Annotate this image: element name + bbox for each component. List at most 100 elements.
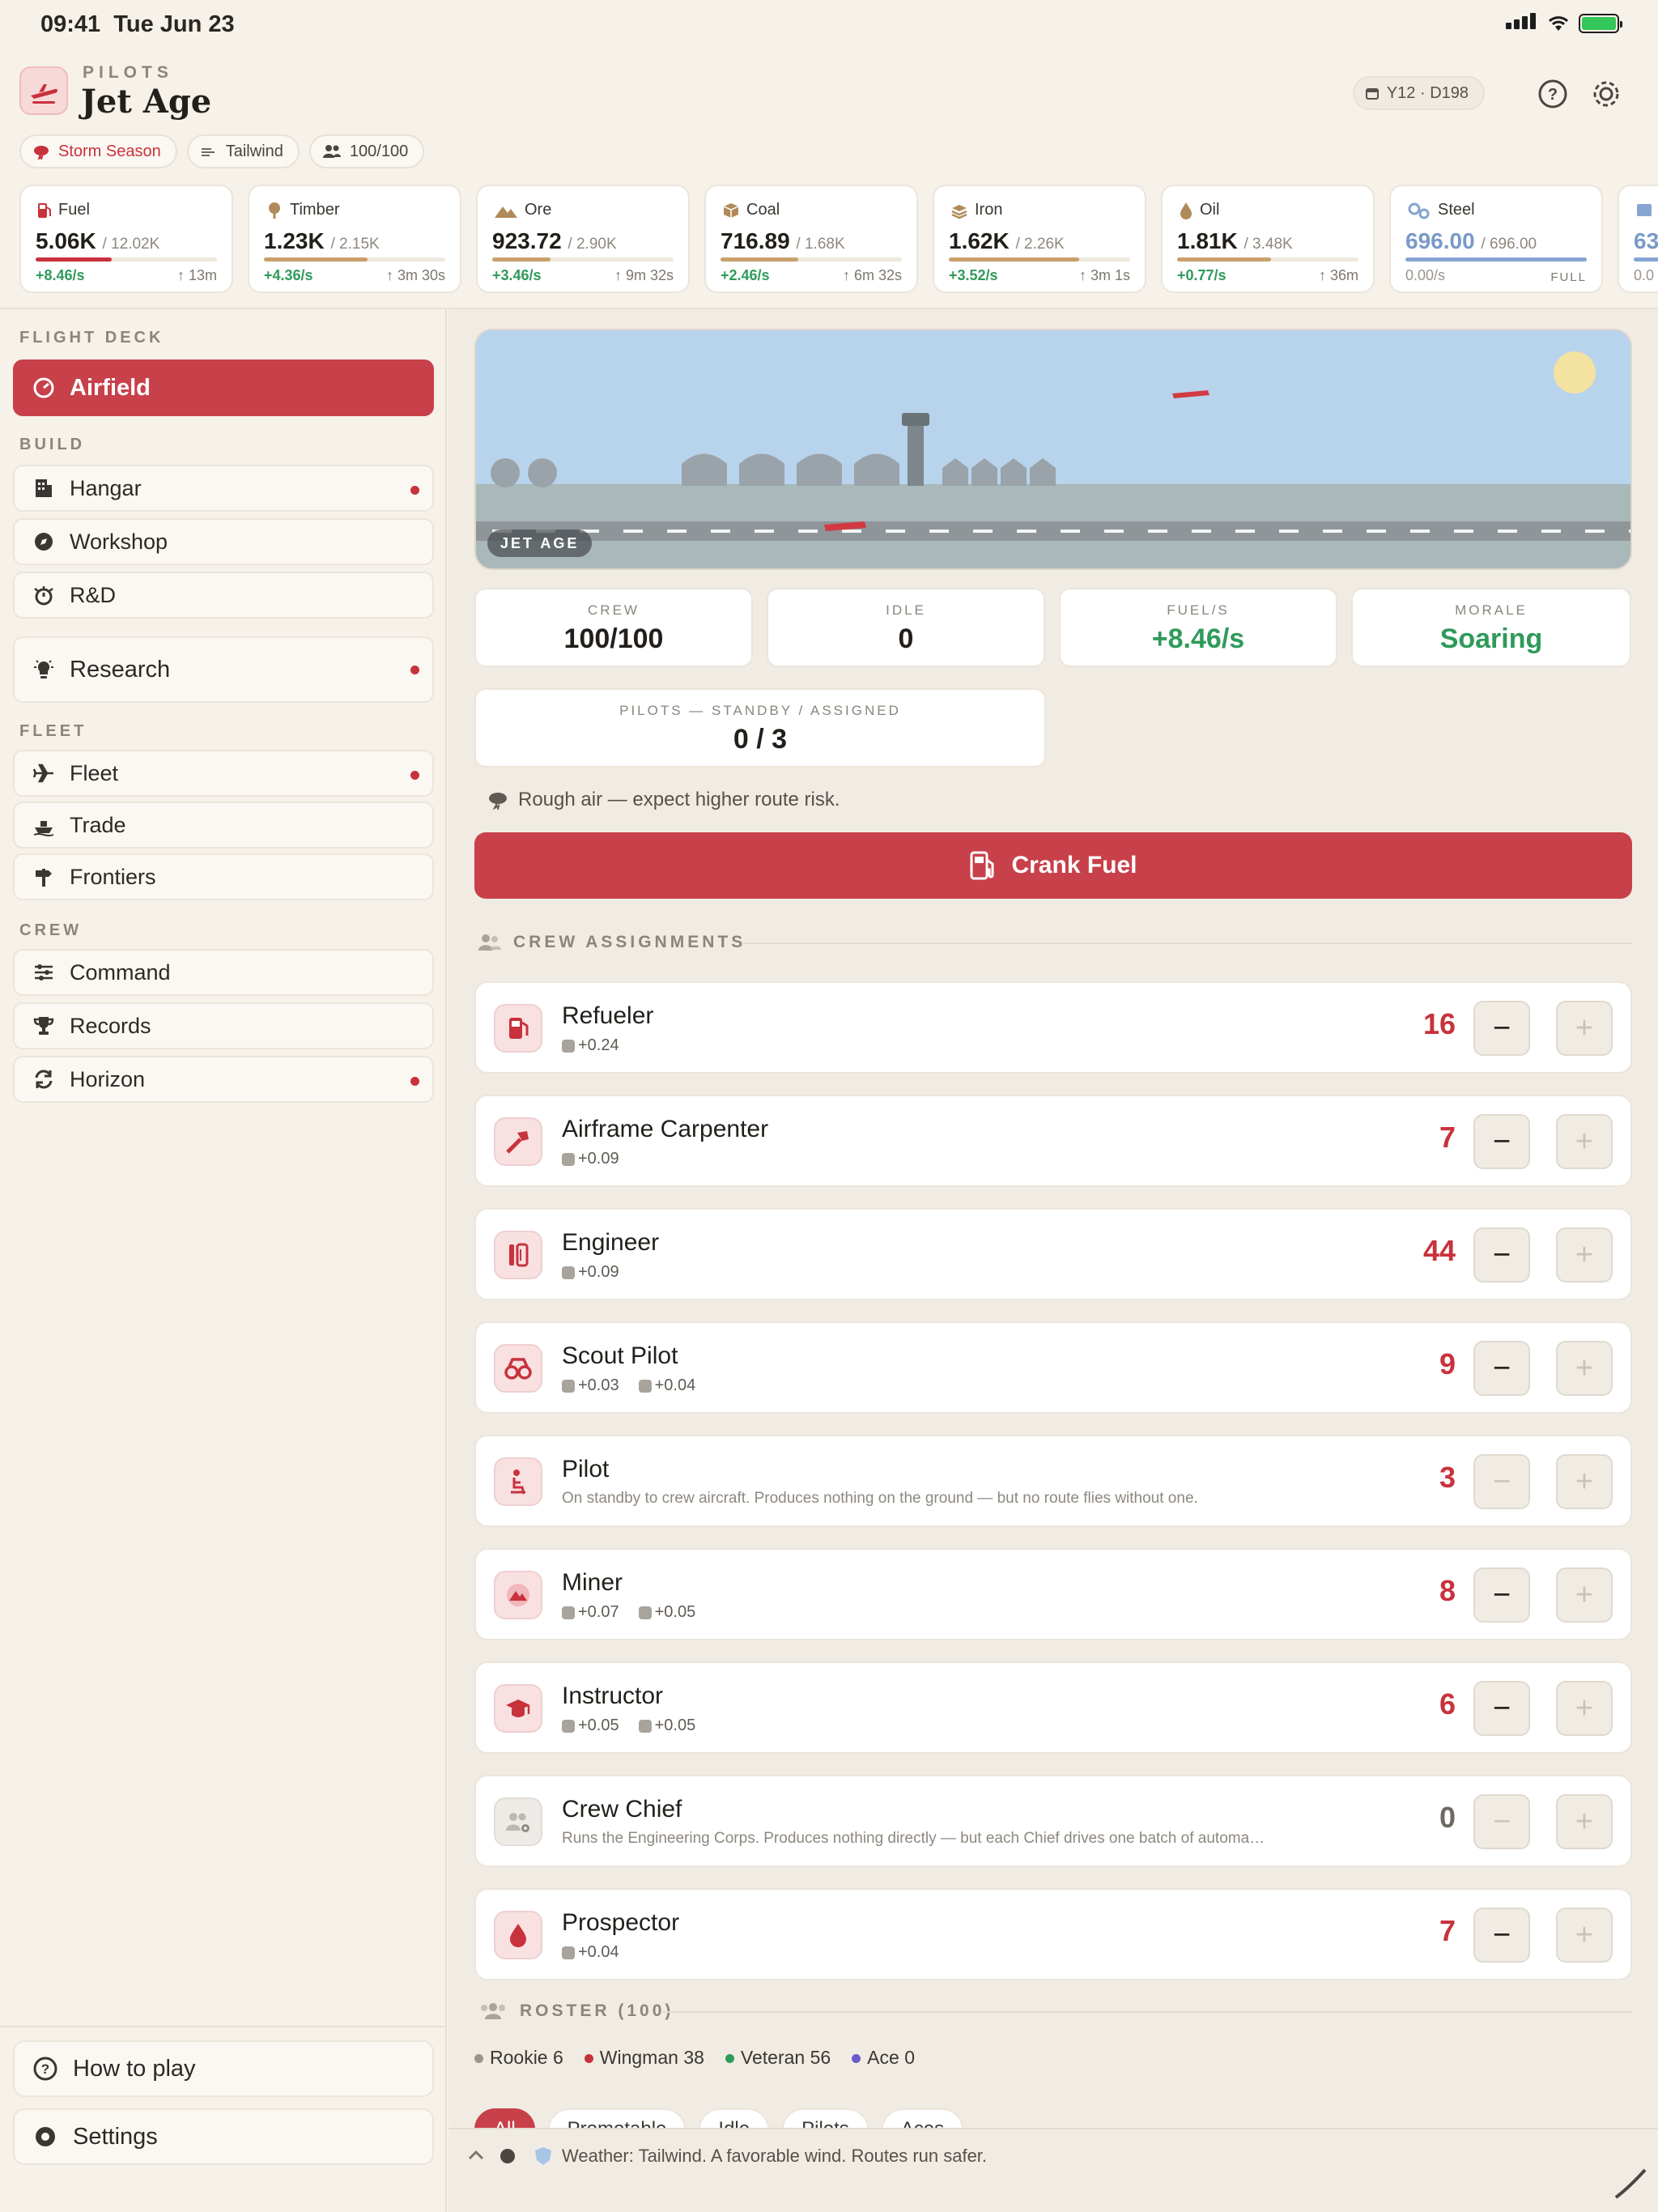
tree-icon (269, 202, 280, 219)
runway-dash (1104, 530, 1124, 533)
job-effects: +0.04 (562, 1943, 631, 1962)
job-row-engineer: Engineer +0.09 44− + (474, 1208, 1632, 1300)
storm-season-pill[interactable]: Storm Season (19, 134, 177, 168)
resource-card-oil[interactable]: Oil 1.81K / 3.48K +0.77/s ↑ 36m (1161, 185, 1375, 293)
resource-progress (36, 257, 217, 262)
resource-card-ore[interactable]: Ore 923.72 / 2.90K +3.46/s ↑ 9m 32s (476, 185, 690, 293)
job-count: 6 (1439, 1687, 1456, 1721)
increment-button[interactable]: + (1556, 1794, 1613, 1849)
resource-card-coal[interactable]: Coal 716.89 / 1.68K +2.46/s ↑ 6m 32s (704, 185, 918, 293)
resource-card-steel[interactable]: Steel 696.00 / 696.00 0.00/s FULL (1389, 185, 1603, 293)
decrement-button[interactable]: − (1473, 1568, 1530, 1623)
sidebar-item-horizon[interactable]: Horizon (13, 1056, 434, 1103)
job-effects: On standby to crew aircraft. Produces no… (562, 1490, 1198, 1508)
storm-cloud-icon (34, 146, 49, 160)
job-effect: +0.05 (638, 1603, 695, 1622)
decrement-button[interactable]: − (1473, 1908, 1530, 1963)
decrement-button[interactable]: − (1473, 1001, 1530, 1056)
gauge-icon (33, 377, 54, 398)
increment-button[interactable]: + (1556, 1341, 1613, 1396)
sidebar-item-fleet[interactable]: Fleet (13, 750, 434, 797)
job-count: 44 (1422, 1234, 1456, 1267)
record-dot-icon (500, 2149, 515, 2163)
runway-dash (623, 530, 643, 533)
resize-grip-icon[interactable] (1613, 2167, 1650, 2199)
increment-button[interactable]: + (1556, 1227, 1613, 1283)
job-effects: +0.09 (562, 1150, 631, 1168)
sidebar-item-frontiers[interactable]: Frontiers (13, 853, 434, 900)
sidebar-item-command[interactable]: Command (13, 949, 434, 996)
sidebar-item-trade[interactable]: Trade (13, 802, 434, 849)
job-count: 8 (1439, 1574, 1456, 1607)
sidebar-item-research[interactable]: Research (13, 636, 434, 703)
decrement-button[interactable]: − (1473, 1341, 1530, 1396)
sidebar-item-rnd[interactable]: R&D (13, 572, 434, 619)
sidebar-settings-button[interactable]: Settings (13, 2108, 434, 2165)
resource-card-iron[interactable]: Iron 1.62K / 2.26K +3.52/s ↑ 3m 1s (933, 185, 1146, 293)
job-icon (494, 1117, 542, 1166)
resource-progress (721, 257, 902, 262)
decrement-button[interactable]: − (1473, 1114, 1530, 1169)
hammer-icon (506, 1131, 529, 1154)
how-to-play-button[interactable]: ? How to play (13, 2040, 434, 2097)
job-effect: +0.09 (562, 1263, 619, 1282)
resource-mini-icon (638, 1606, 652, 1619)
decrement-button[interactable]: − (1473, 1227, 1530, 1283)
legend-veteran: Veteran 56 (725, 2047, 831, 2069)
runway-dash (1061, 530, 1080, 533)
gear-icon (36, 2127, 55, 2146)
runway-dash (1541, 530, 1561, 533)
legend-ace: Ace 0 (852, 2047, 915, 2069)
job-name: Instructor (562, 1682, 664, 1709)
fuel-pump-icon (38, 202, 51, 218)
increment-button[interactable]: + (1556, 1568, 1613, 1623)
runway-dash (929, 530, 949, 533)
sidebar-item-airfield[interactable]: Airfield (13, 359, 434, 416)
sidebar: FLIGHT DECK Airfield BUILD Hangar Worksh… (0, 309, 447, 2212)
decrement-button[interactable]: − (1473, 1454, 1530, 1509)
crank-fuel-button[interactable]: Crank Fuel (474, 832, 1632, 899)
app-eyebrow: PILOTS (83, 63, 173, 82)
decrement-button[interactable]: − (1473, 1794, 1530, 1849)
fuel-pump-icon (970, 851, 994, 880)
resource-mini-icon (562, 1266, 575, 1279)
resource-card-fuel[interactable]: Fuel 5.06K / 12.02K +8.46/s ↑ 13m (19, 185, 233, 293)
job-effect: +0.07 (562, 1603, 619, 1622)
job-effects: +0.03 +0.04 (562, 1376, 707, 1395)
section-divider (742, 942, 1632, 944)
resource-card-timber[interactable]: Timber 1.23K / 2.15K +4.36/s ↑ 3m 30s (248, 185, 461, 293)
job-row-refueler: Refueler +0.24 16− + (474, 981, 1632, 1074)
increment-button[interactable]: + (1556, 1001, 1613, 1056)
settings-button[interactable] (1588, 76, 1624, 112)
seated-pilot-icon (511, 1470, 525, 1495)
decrement-button[interactable]: − (1473, 1681, 1530, 1736)
chevron-up-icon[interactable] (466, 2147, 486, 2163)
sidebar-item-hangar[interactable]: Hangar (13, 465, 434, 512)
increment-button[interactable]: + (1556, 1114, 1613, 1169)
job-name: Pilot (562, 1456, 610, 1482)
binoculars-icon (504, 1358, 532, 1380)
increment-button[interactable]: + (1556, 1681, 1613, 1736)
job-icon (494, 1797, 542, 1846)
people-icon (322, 145, 341, 158)
increment-button[interactable]: + (1556, 1908, 1613, 1963)
help-button[interactable]: ? (1535, 76, 1571, 112)
calendar-icon (1365, 88, 1379, 100)
people-group-icon (481, 2003, 505, 2019)
tailwind-pill[interactable]: Tailwind (186, 134, 300, 168)
resource-strip: Fuel 5.06K / 12.02K +8.46/s ↑ 13m Timber… (0, 185, 1658, 298)
crew-assignments-heading: CREW ASSIGNMENTS (478, 933, 746, 952)
increment-button[interactable]: + (1556, 1454, 1613, 1509)
crew-count-pill[interactable]: 100/100 (308, 134, 425, 168)
resource-mini-icon (562, 1606, 575, 1619)
sidebar-item-records[interactable]: Records (13, 1002, 434, 1049)
resource-card-partial[interactable]: 63 0.0 (1618, 185, 1658, 293)
resource-progress (492, 257, 674, 262)
job-name: Prospector (562, 1909, 680, 1936)
job-effect: +0.03 (562, 1376, 619, 1395)
job-description: On standby to crew aircraft. Produces no… (562, 1490, 1198, 1507)
sidebar-item-workshop[interactable]: Workshop (13, 518, 434, 565)
people-icon (478, 934, 501, 951)
job-count: 9 (1439, 1347, 1456, 1380)
gears-icon (1408, 202, 1430, 219)
